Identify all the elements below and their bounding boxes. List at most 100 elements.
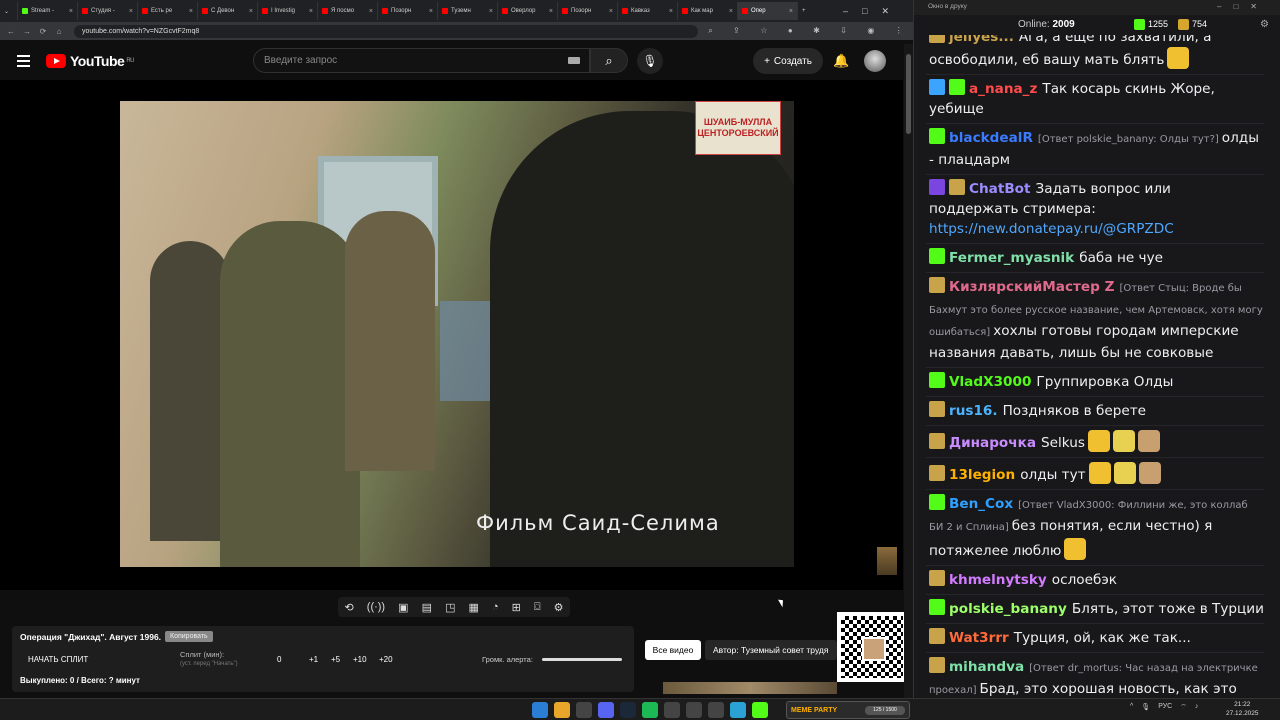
- meme-party-widget[interactable]: MEME PARTY 125 / 1500: [786, 701, 910, 719]
- chat-username[interactable]: a_nana_z: [969, 81, 1037, 97]
- browser-tab[interactable]: Я посмо ×: [318, 2, 378, 20]
- notifications-bell-icon[interactable]: 🔔: [833, 53, 849, 69]
- profile-icon[interactable]: ◉: [867, 26, 874, 36]
- add-clip-icon[interactable]: ⊞: [512, 601, 521, 614]
- increment-button[interactable]: +1: [309, 655, 318, 664]
- new-tab-button[interactable]: +: [798, 2, 818, 20]
- browser-tab[interactable]: Позорн ×: [558, 2, 618, 20]
- zoom-icon[interactable]: ⌕: [708, 26, 712, 36]
- extensions-puzzle-icon[interactable]: ✱: [813, 26, 820, 36]
- start-icon[interactable]: [532, 702, 548, 718]
- menu-icon[interactable]: [17, 55, 30, 67]
- app-icon[interactable]: [708, 702, 724, 718]
- browser-tab[interactable]: Оверлор ×: [498, 2, 558, 20]
- chrome-icon[interactable]: [554, 702, 570, 718]
- microphone-icon[interactable]: 🎙: [637, 48, 663, 74]
- app-icon[interactable]: [664, 702, 680, 718]
- camera-icon[interactable]: ⌼: [534, 601, 541, 614]
- clapper-icon[interactable]: ▤: [422, 601, 432, 614]
- chat-username[interactable]: mihandva: [949, 659, 1024, 675]
- close-tab-icon[interactable]: ×: [729, 8, 733, 15]
- chat-username[interactable]: jellyes...: [949, 35, 1014, 45]
- alert-volume-slider[interactable]: [542, 658, 622, 661]
- speed-icon[interactable]: ◔: [492, 601, 499, 613]
- filmstrip-icon[interactable]: ▦: [469, 601, 479, 614]
- window-controls[interactable]: –□✕: [843, 6, 903, 17]
- close-tab-icon[interactable]: ×: [189, 8, 193, 15]
- forward-icon[interactable]: →: [22, 27, 32, 36]
- back-icon[interactable]: ←: [6, 27, 16, 36]
- browser-tab[interactable]: Позорн ×: [378, 2, 438, 20]
- close-tab-icon[interactable]: ×: [669, 8, 673, 15]
- video-thumbnail-strip[interactable]: [663, 682, 837, 694]
- chat-username[interactable]: blackdealR: [949, 130, 1033, 146]
- browser-tab[interactable]: Как мар ×: [678, 2, 738, 20]
- browser-tab[interactable]: Опер ×: [738, 2, 798, 20]
- close-tab-icon[interactable]: ×: [489, 8, 493, 15]
- settings-gear-icon[interactable]: ⚙: [1260, 19, 1269, 30]
- chat-username[interactable]: 13legion: [949, 467, 1015, 483]
- reload-icon[interactable]: ⟳: [38, 27, 48, 36]
- kick-icon[interactable]: [752, 702, 768, 718]
- close-tab-icon[interactable]: ×: [69, 8, 73, 15]
- close-tab-icon[interactable]: ×: [549, 8, 553, 15]
- chat-username[interactable]: rus16.: [949, 403, 998, 419]
- split-value[interactable]: 0: [277, 655, 281, 664]
- chat-scrollbar[interactable]: [1273, 35, 1280, 698]
- start-split-button[interactable]: НАЧАТЬ СПЛИТ: [28, 655, 88, 664]
- app-icon[interactable]: [686, 702, 702, 718]
- audio-icon[interactable]: ((·)): [367, 601, 385, 613]
- bookmark-star-icon[interactable]: ☆: [760, 26, 767, 36]
- close-tab-icon[interactable]: ×: [609, 8, 613, 15]
- chat-username[interactable]: VladX3000: [949, 374, 1031, 390]
- chat-username[interactable]: Wat3rrr: [949, 630, 1009, 646]
- clock[interactable]: 21:22 27.12.2025: [1226, 700, 1259, 718]
- close-tab-icon[interactable]: ×: [369, 8, 373, 15]
- language-indicator[interactable]: РУС: [1158, 703, 1172, 712]
- obs-icon[interactable]: [576, 702, 592, 718]
- browser-tab[interactable]: Stream - ×: [18, 2, 78, 20]
- keyboard-icon[interactable]: [568, 57, 580, 64]
- browser-tab[interactable]: Кавказ ×: [618, 2, 678, 20]
- loop-icon[interactable]: ⟲: [345, 601, 354, 614]
- steam-icon[interactable]: [620, 702, 636, 718]
- window-controls[interactable]: –□✕: [1217, 2, 1269, 11]
- chat-username[interactable]: Fermer_myasnik: [949, 250, 1074, 266]
- browser-tab[interactable]: Есть ре ×: [138, 2, 198, 20]
- close-tab-icon[interactable]: ×: [129, 8, 133, 15]
- chat-username[interactable]: khmelnytsky: [949, 572, 1047, 588]
- download-icon[interactable]: ⇩: [840, 26, 847, 36]
- gear-icon[interactable]: ⚙: [554, 601, 564, 614]
- volume-icon[interactable]: ♪: [1195, 703, 1199, 712]
- chat-username[interactable]: КизлярскийМастер Z: [949, 279, 1114, 295]
- close-tab-icon[interactable]: ×: [249, 8, 253, 15]
- extension-icon[interactable]: ●: [788, 26, 793, 36]
- home-icon[interactable]: ⌂: [54, 27, 64, 36]
- avatar[interactable]: [864, 50, 886, 72]
- close-tab-icon[interactable]: ×: [429, 8, 433, 15]
- telegram-icon[interactable]: [730, 702, 746, 718]
- chat-username[interactable]: polskie_banany: [949, 601, 1067, 617]
- video-frame[interactable]: Фильм Саид-Селима: [120, 101, 794, 567]
- chat-username[interactable]: ChatBot: [969, 181, 1031, 197]
- search-button[interactable]: ⌕: [590, 48, 628, 73]
- close-tab-icon[interactable]: ×: [309, 8, 313, 15]
- create-button[interactable]: + Создать: [753, 48, 823, 74]
- browser-tab[interactable]: Студия - ×: [78, 2, 138, 20]
- menu-dots-icon[interactable]: ⋮: [895, 26, 903, 36]
- page-scrollbar[interactable]: [904, 44, 913, 698]
- mic-icon[interactable]: 🎙: [1141, 703, 1150, 712]
- chat-username[interactable]: Ben_Cox: [949, 496, 1013, 512]
- scrollbar-thumb[interactable]: [906, 54, 911, 134]
- youtube-logo[interactable]: YouTube RU: [46, 53, 134, 69]
- discord-icon[interactable]: [598, 702, 614, 718]
- share-icon[interactable]: ⇪: [733, 26, 740, 36]
- increment-button[interactable]: +5: [331, 655, 340, 664]
- all-videos-button[interactable]: Все видео: [645, 640, 701, 660]
- chevron-up-icon[interactable]: ^: [1130, 703, 1133, 712]
- spotify-icon[interactable]: [642, 702, 658, 718]
- increment-button[interactable]: +20: [379, 655, 393, 664]
- browser-tab[interactable]: С Девон ×: [198, 2, 258, 20]
- chat-link[interactable]: https://new.donatepay.ru/@GRPZDC: [929, 221, 1174, 237]
- chat-username[interactable]: Динарочка: [949, 435, 1036, 451]
